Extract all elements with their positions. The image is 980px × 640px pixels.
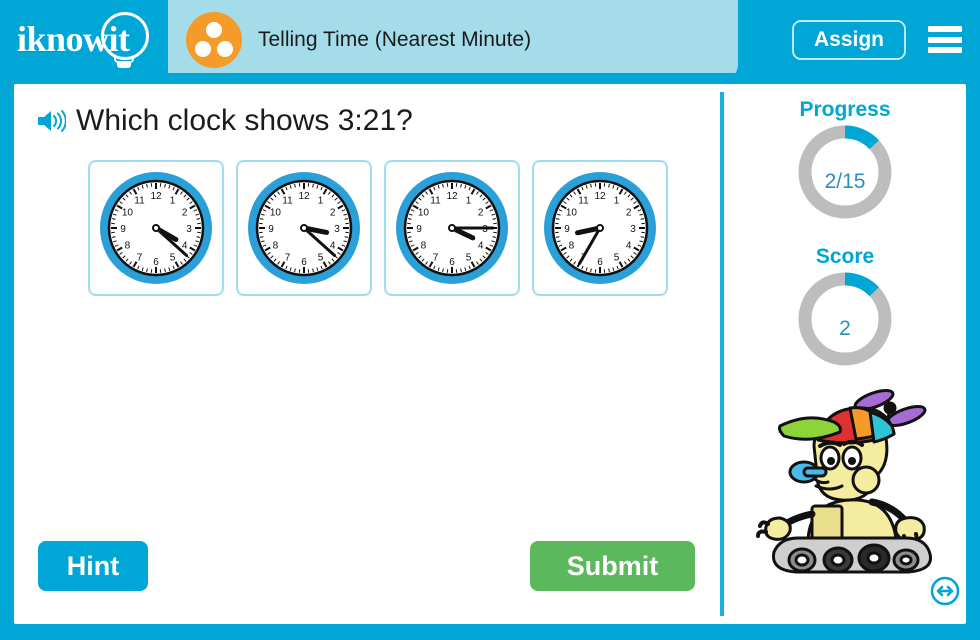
svg-text:12: 12 xyxy=(446,191,458,202)
brand-logo[interactable]: iknowit xyxy=(0,0,168,79)
svg-text:3: 3 xyxy=(334,224,340,235)
robot-mascot xyxy=(756,389,933,574)
resize-arrows-icon[interactable] xyxy=(930,576,960,606)
assign-button[interactable]: Assign xyxy=(791,19,906,60)
svg-text:4: 4 xyxy=(478,241,484,252)
lesson-title: Telling Time (Nearest Minute) xyxy=(258,27,532,51)
content-frame: Which clock shows 3:21? 1 2 3 4 5 6 7 8 9 10 11 12 1… xyxy=(0,73,980,640)
progress-label: Progress xyxy=(799,98,891,121)
svg-text:9: 9 xyxy=(268,224,274,235)
svg-text:7: 7 xyxy=(137,253,143,264)
analog-clock-face: 123456789101112 xyxy=(248,172,360,284)
answer-choice-3[interactable]: 123456789101112 xyxy=(384,160,520,296)
svg-text:4: 4 xyxy=(330,241,336,252)
svg-text:3: 3 xyxy=(186,224,192,235)
three-dots-circle-icon xyxy=(186,11,242,68)
svg-text:6: 6 xyxy=(597,257,603,268)
svg-text:7: 7 xyxy=(285,253,291,264)
svg-text:8: 8 xyxy=(569,241,575,252)
progress-value: 2/15 xyxy=(824,170,866,193)
app-root: iknowit Telling Time (Nearest Minute) As… xyxy=(0,0,980,640)
svg-text:11: 11 xyxy=(578,195,589,206)
hint-button[interactable]: Hint xyxy=(38,541,148,591)
svg-text:12: 12 xyxy=(298,191,310,202)
question-row: Which clock shows 3:21? xyxy=(36,104,413,138)
hamburger-menu-icon[interactable] xyxy=(928,26,962,53)
svg-text:5: 5 xyxy=(614,253,620,264)
svg-text:4: 4 xyxy=(626,241,632,252)
svg-text:1: 1 xyxy=(318,195,324,206)
svg-text:5: 5 xyxy=(318,253,324,264)
progress-block: Progress 2/15 xyxy=(724,98,966,222)
score-block: Score 2 xyxy=(724,245,966,369)
svg-text:6: 6 xyxy=(301,257,307,268)
svg-text:2: 2 xyxy=(626,208,632,219)
analog-clock-face: 123456789101112 xyxy=(100,172,212,284)
svg-text:10: 10 xyxy=(566,208,578,219)
score-label: Score xyxy=(815,245,875,268)
analog-clock-face: 123456789101112 xyxy=(544,172,656,284)
app-header: iknowit Telling Time (Nearest Minute) As… xyxy=(0,0,980,79)
answer-choice-1[interactable]: 1 2 3 4 5 6 7 8 9 10 11 12 xyxy=(88,160,224,296)
svg-text:10: 10 xyxy=(122,208,134,219)
svg-text:1: 1 xyxy=(466,195,472,206)
lesson-title-bar: Telling Time (Nearest Minute) xyxy=(168,0,738,79)
speaker-icon[interactable] xyxy=(36,108,66,134)
svg-text:2: 2 xyxy=(478,208,484,219)
answer-choice-2[interactable]: 1 2 3 4 5 6 7 8 9 10 11 12 xyxy=(236,160,372,296)
svg-text:2: 2 xyxy=(330,208,336,219)
svg-text:4: 4 xyxy=(182,241,188,252)
header-actions: Assign xyxy=(791,0,962,79)
svg-text:11: 11 xyxy=(282,195,293,206)
svg-text:6: 6 xyxy=(153,257,159,268)
svg-text:1: 1 xyxy=(170,195,176,206)
svg-text:5: 5 xyxy=(170,253,176,264)
question-text: Which clock shows 3:21? xyxy=(76,104,413,137)
content-panel: Which clock shows 3:21? 1 2 3 4 5 6 7 8 9 10 11 12 1… xyxy=(14,84,966,624)
svg-text:8: 8 xyxy=(421,241,427,252)
svg-text:9: 9 xyxy=(416,224,422,235)
answer-choice-4[interactable]: 123456789101112 xyxy=(532,160,668,296)
svg-text:10: 10 xyxy=(418,208,430,219)
progress-ring: 2/15 xyxy=(724,122,966,222)
svg-text:3: 3 xyxy=(630,224,636,235)
lightbulb-icon xyxy=(101,11,149,60)
svg-text:1: 1 xyxy=(614,195,620,206)
svg-text:9: 9 xyxy=(120,224,126,235)
svg-text:11: 11 xyxy=(430,195,441,206)
svg-text:11: 11 xyxy=(134,195,145,206)
svg-text:6: 6 xyxy=(449,257,455,268)
score-value: 2 xyxy=(839,317,851,340)
svg-text:9: 9 xyxy=(564,224,570,235)
submit-button[interactable]: Submit xyxy=(530,541,695,591)
lightbulb-base-icon xyxy=(114,55,134,63)
lightbulb-screw-icon xyxy=(117,62,131,68)
svg-text:8: 8 xyxy=(273,241,279,252)
svg-text:12: 12 xyxy=(594,191,606,202)
svg-text:10: 10 xyxy=(270,208,282,219)
analog-clock-face: 123456789101112 xyxy=(396,172,508,284)
score-ring: 2 xyxy=(724,269,966,369)
status-sidebar: Progress 2/15 Score 2 xyxy=(724,84,966,624)
answer-choices: 1234567891011121234567891011121234567891… xyxy=(88,160,668,296)
svg-text:2: 2 xyxy=(182,208,188,219)
svg-text:8: 8 xyxy=(125,241,131,252)
svg-text:12: 12 xyxy=(150,191,162,202)
svg-text:5: 5 xyxy=(466,253,472,264)
svg-text:7: 7 xyxy=(433,253,439,264)
